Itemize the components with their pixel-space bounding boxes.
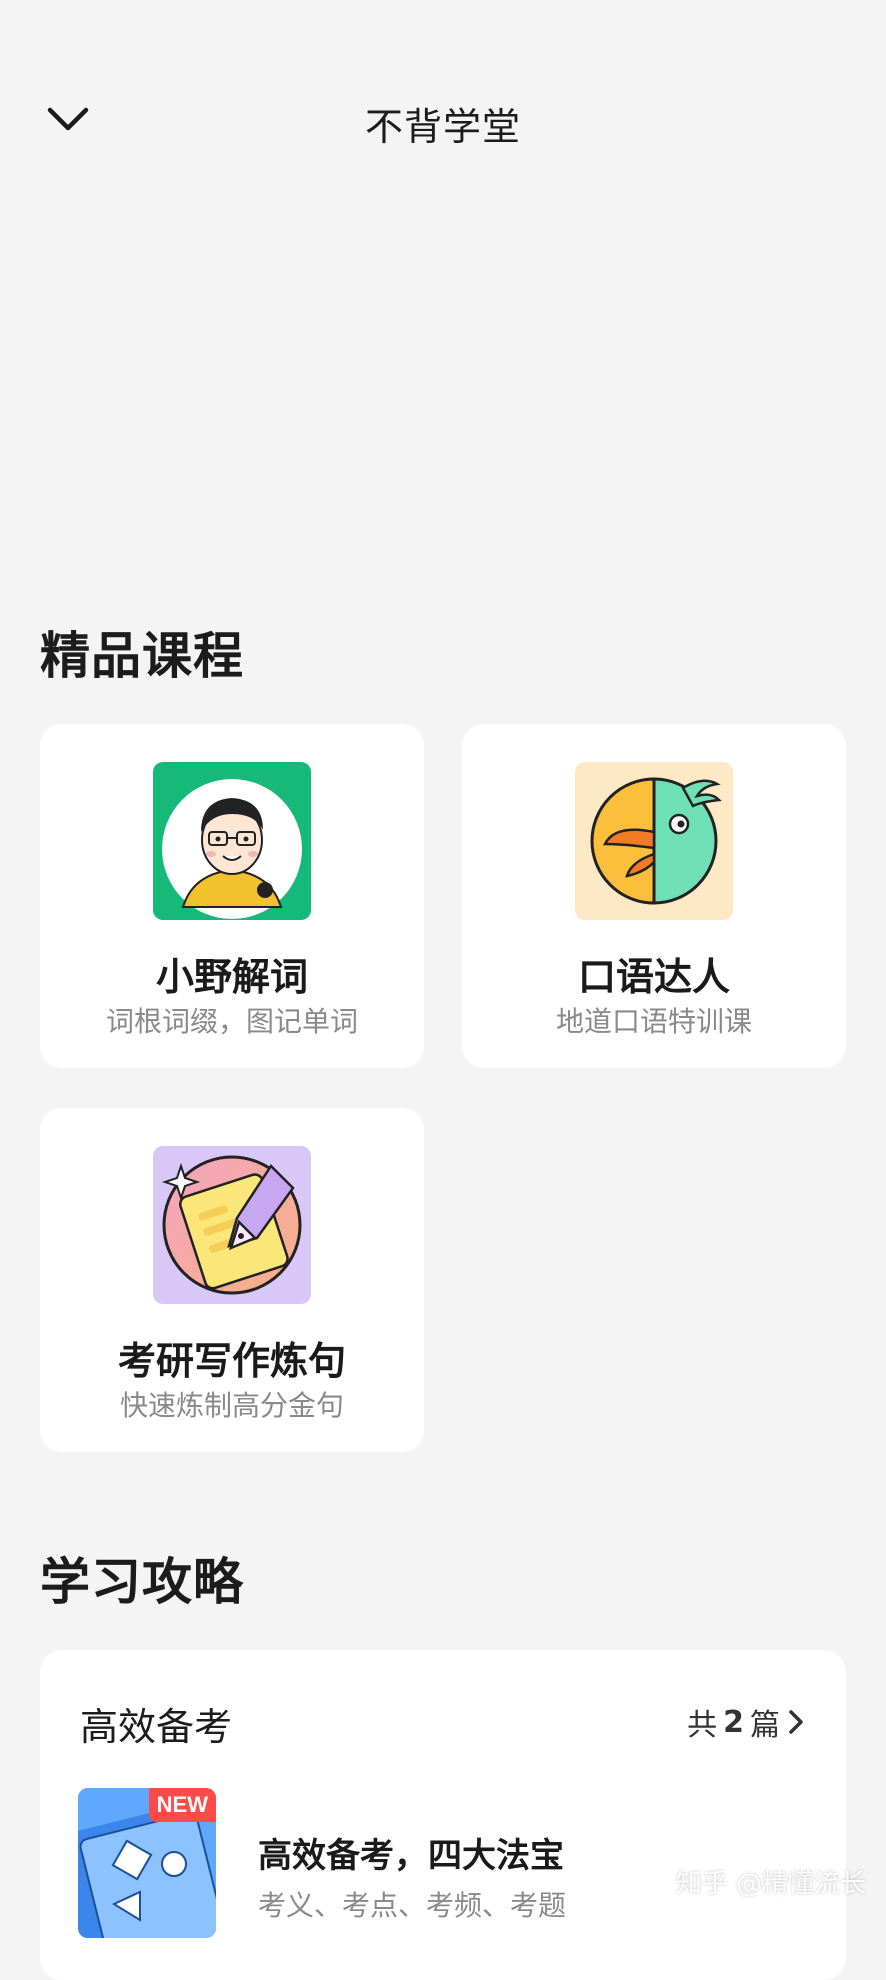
section-title-courses: 精品课程 <box>40 627 244 685</box>
course-name: 口语达人 <box>577 955 730 999</box>
count-number: 2 <box>723 1704 744 1740</box>
count-prefix: 共 <box>687 1708 718 1743</box>
course-card-speaking[interactable]: 口语达人 地道口语特训课 <box>462 724 846 1068</box>
course-name: 考研写作炼句 <box>117 1339 346 1383</box>
course-desc: 快速炼制高分金句 <box>119 1389 344 1422</box>
chevron-right-icon <box>789 1710 803 1734</box>
course-name: 小野解词 <box>155 955 308 999</box>
course-card-xiaoye[interactable]: 小野解词 词根词缀，图记单词 <box>40 724 424 1068</box>
section-title-strategy: 学习攻略 <box>40 1553 244 1611</box>
course-card-writing[interactable]: 考研写作炼句 快速炼制高分金句 <box>40 1108 424 1452</box>
avatar-xiaoye-icon <box>153 762 311 920</box>
article-desc: 考义、考点、考频、考题 <box>258 1889 567 1922</box>
strategy-card: 高效备考 共 2 篇 NEW 高效备考，四大法宝 考义、考点、考频、考题 <box>40 1650 846 1980</box>
course-desc: 地道口语特训课 <box>555 1005 752 1038</box>
page-title: 不背学堂 <box>364 105 521 149</box>
header: 不背学堂 <box>0 0 886 240</box>
article-thumbnail[interactable]: NEW <box>78 1788 216 1938</box>
watermark: 知乎 @精懂流长 <box>675 1869 866 1899</box>
course-desc: 词根词缀，图记单词 <box>105 1005 358 1038</box>
strategy-category-title: 高效备考 <box>80 1705 233 1749</box>
parrot-icon <box>575 762 733 920</box>
article-title[interactable]: 高效备考，四大法宝 <box>258 1828 564 1877</box>
count-suffix: 篇 <box>750 1708 780 1743</box>
new-badge: NEW <box>148 1788 216 1822</box>
strategy-count-link[interactable]: 共 2 篇 <box>687 1700 806 1744</box>
fountain-pen-icon <box>153 1146 311 1304</box>
